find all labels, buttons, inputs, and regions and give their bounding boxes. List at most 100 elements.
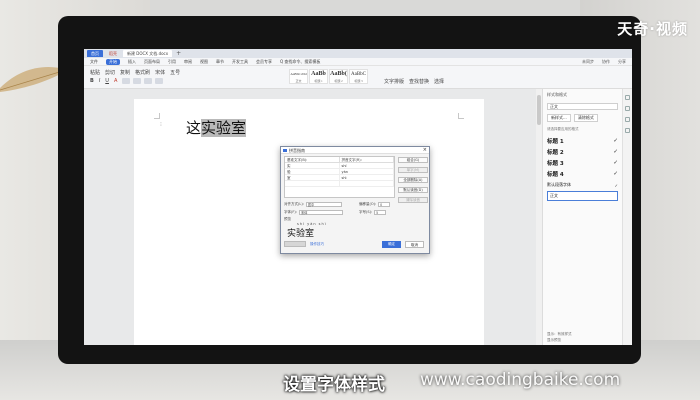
- align-label: 对齐方式(L):: [284, 202, 304, 206]
- menu-member[interactable]: 会员专享: [256, 59, 272, 65]
- find-replace-button[interactable]: 查找替换: [409, 78, 429, 85]
- cut-button[interactable]: 剪切: [105, 69, 115, 76]
- tips-link[interactable]: 操作技巧: [310, 242, 324, 247]
- style-item-heading-1[interactable]: 标题 1 ✓: [547, 136, 618, 146]
- font-label: 字体(F):: [284, 210, 297, 214]
- align-select[interactable]: 居中: [305, 202, 342, 207]
- base-text-header: 基准文字(B):: [285, 157, 340, 162]
- cancel-button[interactable]: 取消: [405, 241, 424, 248]
- align-center-icon[interactable]: [133, 78, 142, 84]
- style-item-label: 标题 1: [547, 139, 564, 145]
- menu-home[interactable]: 开始: [106, 58, 120, 65]
- menu-developer[interactable]: 开发工具: [232, 59, 248, 65]
- font-select[interactable]: 宋体: [298, 210, 343, 215]
- style-normal[interactable]: AaBbCcDd 正文: [289, 69, 308, 84]
- sidebar-property-icon[interactable]: [625, 117, 630, 122]
- delete-all-button[interactable]: 全部删除(A): [398, 177, 428, 183]
- sidebar-select-icon[interactable]: [625, 106, 630, 111]
- scrollbar-thumb[interactable]: [537, 95, 541, 125]
- style-heading-1[interactable]: AaBb 标题 1: [309, 69, 328, 84]
- menu-layout[interactable]: 页面布局: [144, 59, 160, 65]
- size-select[interactable]: 5: [374, 210, 387, 215]
- base-char-cell[interactable]: 室: [285, 175, 340, 180]
- style-normal-label: 正文: [295, 79, 302, 83]
- bold-button[interactable]: B: [90, 78, 94, 84]
- tab-document[interactable]: 新建 DOCX 文档.docx: [123, 50, 173, 57]
- menu-insert[interactable]: 插入: [128, 59, 136, 65]
- style-h3-sample: AaBbC: [351, 72, 366, 77]
- ruby-cell[interactable]: shì: [340, 175, 394, 180]
- ok-button[interactable]: 确定: [382, 241, 401, 248]
- clear-reading-button[interactable]: 清除读音: [398, 197, 428, 203]
- site-url-caption: www.caodingbaike.com: [420, 370, 621, 390]
- align-left-icon[interactable]: [122, 78, 131, 84]
- menu-section[interactable]: 章节: [216, 59, 224, 65]
- ruby-cell[interactable]: shí: [340, 163, 394, 168]
- share-button[interactable]: 分享: [618, 59, 626, 65]
- sidebar-style-icon[interactable]: [625, 95, 630, 100]
- style-item-heading-2[interactable]: 标题 2 ✓: [547, 147, 618, 157]
- collaborate-button[interactable]: 协作: [602, 59, 610, 65]
- text-unselected: 这: [186, 119, 202, 137]
- base-char-cell[interactable]: 验: [285, 169, 340, 174]
- font-size-select[interactable]: 五号: [170, 69, 180, 76]
- paste-button[interactable]: 粘贴: [90, 69, 100, 76]
- size-field: 字号(S): 5: [359, 210, 387, 215]
- base-char-cell[interactable]: 实: [285, 163, 340, 168]
- select-button[interactable]: 选择: [434, 78, 444, 85]
- empty-cell[interactable]: [340, 181, 394, 186]
- tab-docer[interactable]: 稻壳: [105, 50, 121, 57]
- sidebar-tool-icon[interactable]: [625, 128, 630, 133]
- styles-pane-preview-toggle[interactable]: 显示预览: [547, 338, 561, 343]
- command-search[interactable]: Q 查找命令、搜索模板: [280, 59, 320, 65]
- add-tab-icon[interactable]: +: [176, 50, 181, 57]
- checkmark-icon: ✓: [613, 149, 618, 155]
- style-h2-label: 标题 2: [334, 79, 343, 83]
- style-heading-2[interactable]: AaBb(标题 2: [329, 69, 348, 84]
- style-item-heading-4[interactable]: 标题 4 ✓: [547, 169, 618, 179]
- copy-button[interactable]: 复制: [120, 69, 130, 76]
- offset-field: 偏移量(O): 0: [359, 202, 391, 207]
- font-color-button[interactable]: A: [114, 78, 117, 84]
- styles-pane-buttons: 新样式... 清除格式: [543, 112, 622, 124]
- font-family-select[interactable]: 宋体: [155, 69, 165, 76]
- group-button[interactable]: 组合(G): [398, 157, 428, 163]
- empty-cell[interactable]: [285, 181, 340, 186]
- menu-review[interactable]: 审阅: [184, 59, 192, 65]
- toolbar-row-1: 粘贴 剪切 复制 格式刷 宋体 五号: [90, 69, 185, 76]
- default-reading-button[interactable]: 默认读音(D): [398, 187, 428, 193]
- style-item-default-font[interactable]: 默认段落字体 ✓: [547, 180, 618, 190]
- single-char-button[interactable]: 单字(M): [398, 167, 428, 173]
- format-painter-button[interactable]: 格式刷: [135, 69, 150, 76]
- toolbar-row-2: B I U A: [90, 78, 166, 84]
- clear-format-button[interactable]: 清除格式: [573, 114, 598, 122]
- style-item-selected[interactable]: 正文: [547, 191, 618, 201]
- styles-pane-filter[interactable]: 显示：有效样式: [547, 332, 572, 337]
- ruby-text-header: 拼音文字(R):: [340, 157, 394, 162]
- styles-pane-hint: 请选择要应用的格式: [547, 127, 579, 131]
- tab-home[interactable]: 首页: [87, 50, 103, 57]
- text-layout-button[interactable]: 文字排版: [384, 78, 404, 85]
- document-text[interactable]: 这实验室: [186, 117, 247, 138]
- current-style-field[interactable]: 正文: [547, 103, 618, 110]
- table-row[interactable]: [285, 181, 394, 187]
- checkmark-icon: ✓: [613, 171, 618, 177]
- italic-button[interactable]: I: [99, 78, 100, 84]
- menu-references[interactable]: 引用: [168, 59, 176, 65]
- menu-file[interactable]: 文件: [90, 59, 98, 65]
- text-selection[interactable]: 实验室: [201, 119, 247, 137]
- underline-button[interactable]: U: [105, 78, 109, 84]
- style-item-heading-3[interactable]: 标题 3 ✓: [547, 158, 618, 168]
- style-heading-3[interactable]: AaBbC 标题 3: [349, 69, 368, 84]
- size-label: 字号(S):: [359, 210, 373, 214]
- menu-view[interactable]: 视图: [200, 59, 208, 65]
- offset-input[interactable]: 0: [378, 202, 391, 207]
- ruby-cell[interactable]: yàn: [340, 169, 394, 174]
- close-icon[interactable]: ×: [423, 147, 427, 154]
- new-style-button[interactable]: 新样式...: [547, 114, 571, 122]
- line-spacing-icon[interactable]: [155, 78, 164, 84]
- toolbar-right-group: 文字排版 查找替换 选择: [384, 78, 449, 85]
- preview-text: 实验室: [287, 229, 315, 239]
- align-right-icon[interactable]: [144, 78, 153, 84]
- sync-status[interactable]: 未同步: [582, 59, 594, 65]
